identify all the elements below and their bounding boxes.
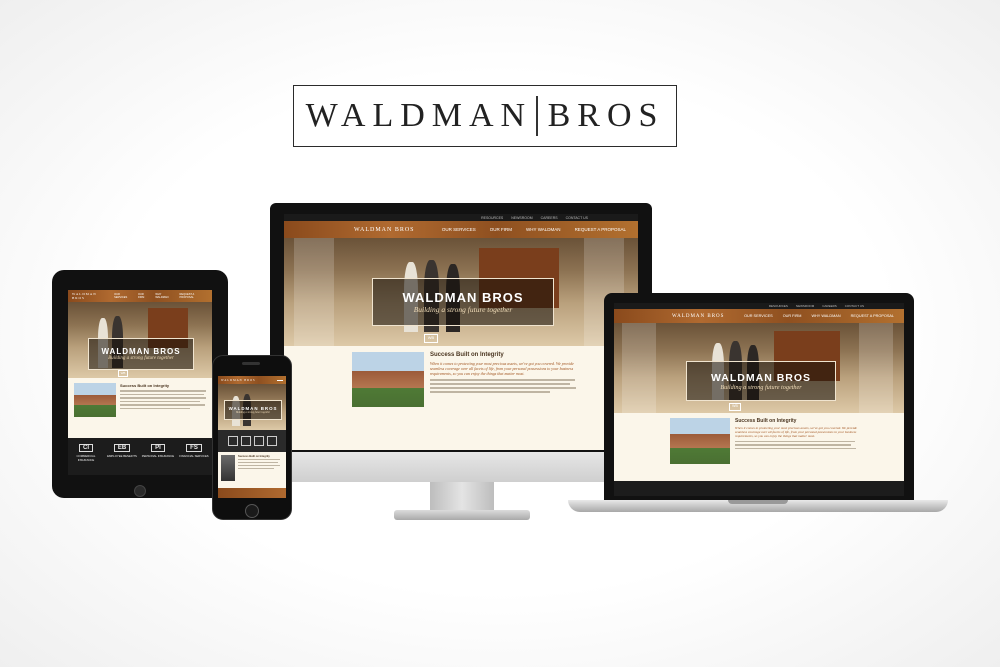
top-link-resources[interactable]: RESOURCES: [769, 304, 788, 308]
main-nav: WALDMAN BROS: [218, 376, 286, 384]
intro-section: Success Built on Integrity: [218, 452, 286, 484]
nav-our-firm[interactable]: OUR FIRM: [138, 293, 150, 299]
services-strip: CI COMMERCIAL INSURANCE EB EMPLOYEE BENE…: [68, 438, 212, 475]
phone-home-button: [245, 504, 259, 518]
section-title: Success Built on Integrity: [238, 455, 270, 458]
desktop-website: RESOURCES NEWSROOM CAREERS CONTACT US WA…: [284, 214, 638, 450]
top-link-newsroom[interactable]: NEWSROOM: [796, 304, 814, 308]
intro-text: When it comes to protecting your most pr…: [735, 426, 857, 439]
services-strip: [614, 481, 904, 496]
service-abbr: CI: [79, 444, 93, 452]
section-title: Success Built on Integrity: [120, 383, 170, 388]
service-name: PERSONAL INSURANCE: [141, 454, 175, 458]
logo-divider: [536, 96, 538, 136]
tablet-website: WALDMAN BROS OUR SERVICES OUR FIRM WHY W…: [68, 290, 212, 475]
wb-badge: WB: [118, 370, 128, 377]
service-name: FINANCIAL SERVICES: [179, 454, 209, 458]
service-abbr: EB: [113, 444, 131, 452]
top-links-bar: RESOURCES NEWSROOM CAREERS CONTACT US: [284, 214, 638, 221]
hero-title: WALDMAN BROS: [710, 371, 812, 384]
nav-brand[interactable]: WALDMAN BROS: [672, 314, 724, 319]
phone-website: WALDMAN BROS WALDMAN BROS Building a str…: [218, 376, 286, 498]
hero-title-box: WALDMAN BROS Building a strong future to…: [88, 338, 194, 370]
laptop-website: RESOURCES NEWSROOM CAREERS CONTACT US WA…: [614, 303, 904, 496]
nav-why-waldman[interactable]: WHY WALDMAN: [155, 293, 174, 299]
phone-footer-bar: [218, 488, 286, 498]
top-link-contact[interactable]: CONTACT US: [845, 304, 864, 308]
building-photo: [670, 418, 730, 464]
logo-word-right: BROS: [547, 97, 665, 134]
hero-subtitle: Building a strong future together: [108, 356, 174, 361]
hero-subtitle: Building a strong future together: [413, 305, 513, 314]
nav-why-waldman[interactable]: WHY WALDMAN: [526, 227, 561, 232]
service-personal-insurance[interactable]: PI PERSONAL INSURANCE: [140, 444, 176, 475]
top-link-careers[interactable]: CAREERS: [822, 304, 837, 308]
nav-our-services[interactable]: OUR SERVICES: [442, 227, 476, 232]
nav-brand[interactable]: WALDMAN BROS: [354, 227, 415, 233]
services-strip: [218, 430, 286, 452]
tablet-home-button: [134, 485, 146, 497]
service-abbr: FS: [186, 444, 202, 452]
top-link-resources[interactable]: RESOURCES: [481, 216, 503, 220]
service-employee-benefits[interactable]: EB EMPLOYEE BENEFITS: [104, 444, 140, 475]
monitor-foot: [394, 510, 530, 520]
hero-banner: WALDMAN BROS Building a strong future to…: [218, 384, 286, 430]
nav-our-firm[interactable]: OUR FIRM: [783, 314, 802, 318]
service-commercial-insurance[interactable]: CI COMMERCIAL INSURANCE: [68, 444, 104, 475]
nav-brand[interactable]: WALDMAN BROS: [221, 379, 256, 382]
intro-section: Success Built on Integrity: [68, 378, 212, 438]
main-nav: WALDMAN BROS OUR SERVICES OUR FIRM WHY W…: [68, 290, 212, 302]
intro-section: Success Built on Integrity When it comes…: [614, 413, 904, 464]
hero-title-box: WALDMAN BROS Building a strong future to…: [224, 400, 282, 420]
intro-text: When it comes to protecting your most pr…: [430, 361, 574, 376]
wb-badge: WB: [424, 334, 438, 343]
logo-word-left: WALDMAN: [305, 97, 533, 134]
monitor-stand: [430, 482, 494, 512]
section-title: Success Built on Integrity: [735, 418, 797, 424]
building-photo: [74, 383, 116, 417]
nav-request-proposal[interactable]: REQUEST A PROPOSAL: [851, 314, 894, 318]
service-icon[interactable]: [227, 436, 238, 446]
main-nav: WALDMAN BROS OUR SERVICES OUR FIRM WHY W…: [614, 309, 904, 323]
nav-brand[interactable]: WALDMAN BROS: [72, 292, 110, 300]
service-icon[interactable]: [253, 436, 264, 446]
wb-badge: WB: [729, 403, 741, 411]
hero-title-box: WALDMAN BROS Building a strong future to…: [372, 278, 554, 326]
top-link-newsroom[interactable]: NEWSROOM: [511, 216, 532, 220]
section-title: Success Built on Integrity: [430, 352, 504, 358]
main-nav: WALDMAN BROS OUR SERVICES OUR FIRM WHY W…: [284, 221, 638, 238]
hero-title: WALDMAN BROS: [402, 290, 524, 305]
service-name: EMPLOYEE BENEFITS: [107, 454, 137, 458]
nav-our-firm[interactable]: OUR FIRM: [490, 227, 512, 232]
top-link-careers[interactable]: CAREERS: [541, 216, 558, 220]
hero-title: WALDMAN BROS: [101, 347, 181, 356]
waldman-bros-logo: WALDMAN BROS: [293, 85, 677, 147]
building-photo: [352, 352, 424, 407]
service-abbr: PI: [151, 444, 165, 452]
hero-banner: WALDMAN BROS Building a strong future to…: [284, 238, 638, 346]
hero-banner: WALDMAN BROS Building a strong future to…: [68, 302, 212, 378]
nav-why-waldman[interactable]: WHY WALDMAN: [811, 314, 840, 318]
nav-request-proposal[interactable]: REQUEST A PROPOSAL: [179, 293, 208, 299]
hero-subtitle: Building a strong future together: [720, 383, 802, 391]
staff-photo: [221, 455, 235, 481]
nav-our-services[interactable]: OUR SERVICES: [114, 293, 133, 299]
service-icon[interactable]: [266, 436, 277, 446]
phone-speaker: [242, 362, 260, 365]
hero-banner: WALDMAN BROS Building a strong future to…: [614, 323, 904, 413]
hero-subtitle: Building a strong future together: [235, 411, 271, 414]
service-icon[interactable]: [240, 436, 251, 446]
service-financial-services[interactable]: FS FINANCIAL SERVICES: [176, 444, 212, 475]
menu-icon[interactable]: [277, 379, 283, 381]
service-name: COMMERCIAL INSURANCE: [76, 454, 96, 462]
top-link-contact[interactable]: CONTACT US: [566, 216, 588, 220]
intro-section: Success Built on Integrity When it comes…: [284, 346, 638, 407]
hero-title-box: WALDMAN BROS Building a strong future to…: [686, 361, 836, 401]
laptop-notch: [728, 500, 788, 504]
monitor-chin: [270, 452, 652, 482]
nav-request-proposal[interactable]: REQUEST A PROPOSAL: [575, 227, 626, 232]
nav-our-services[interactable]: OUR SERVICES: [744, 314, 773, 318]
